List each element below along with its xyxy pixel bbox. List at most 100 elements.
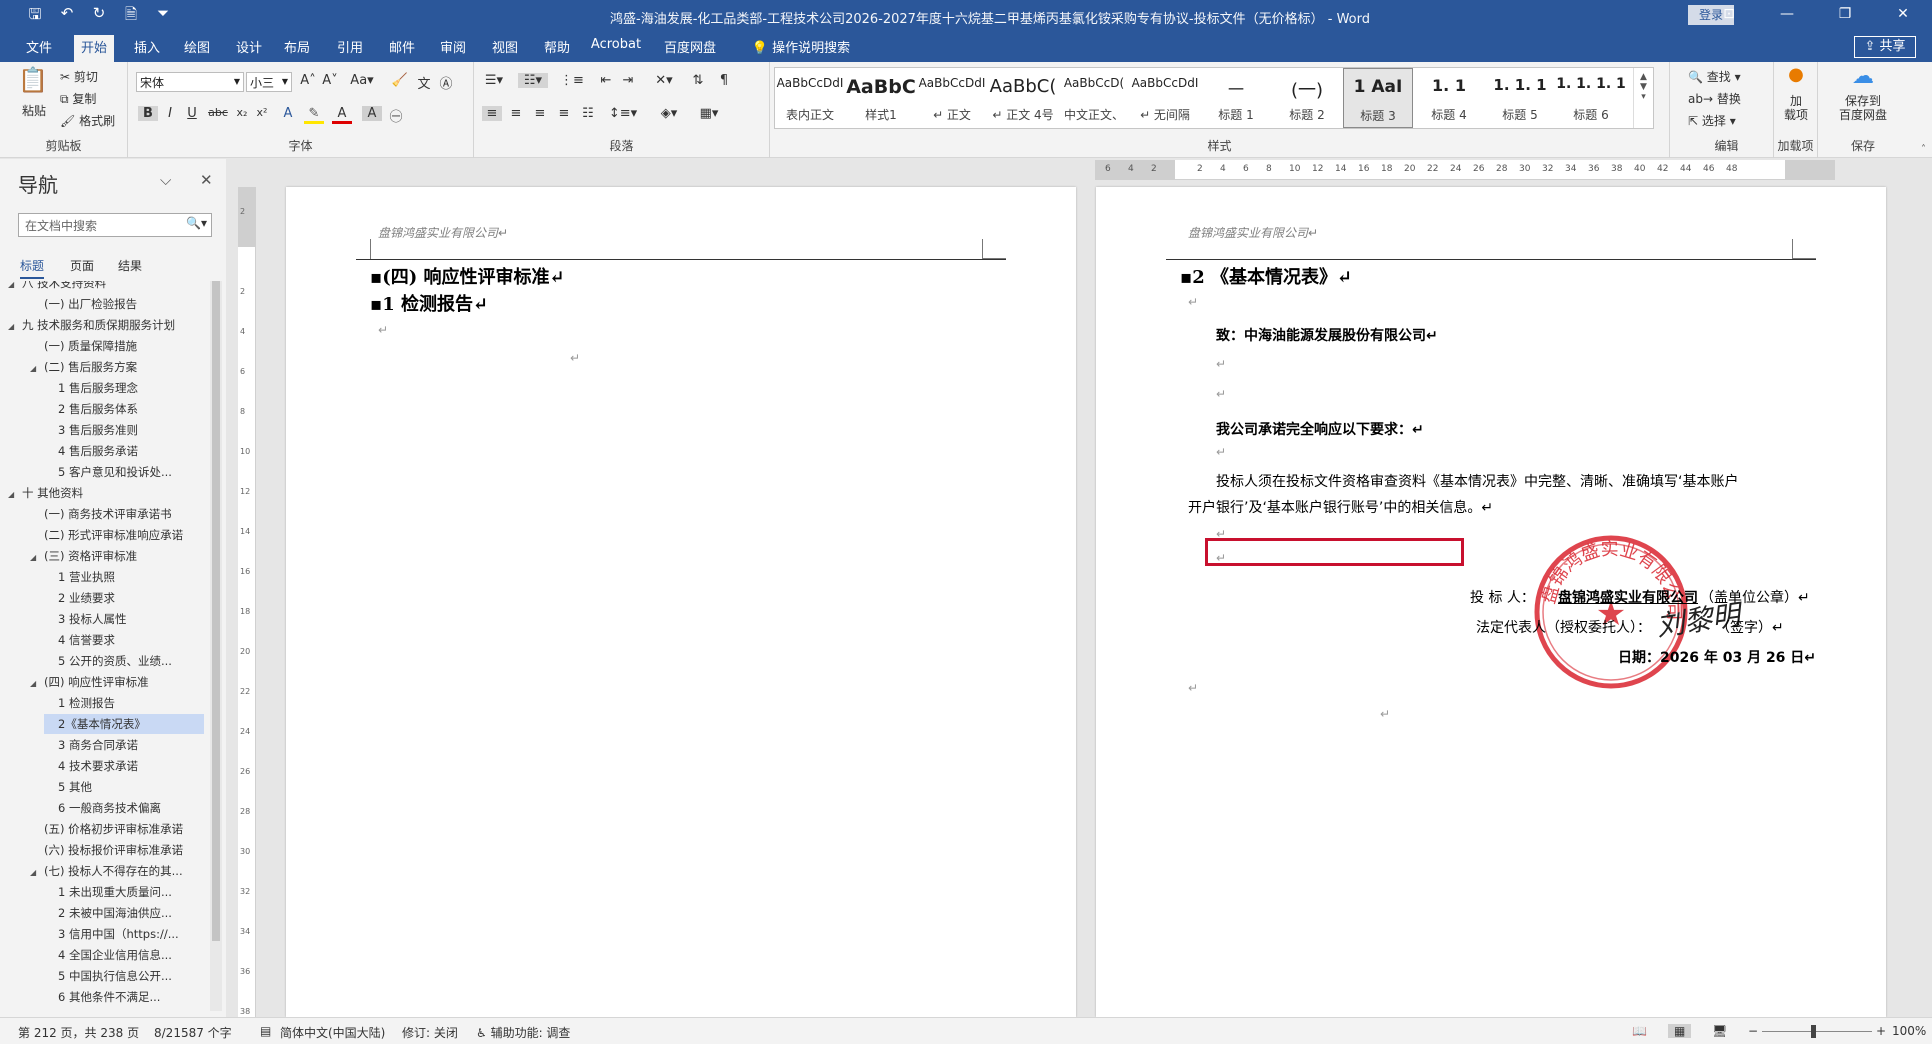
tab-9[interactable]: 视图 [488,37,522,62]
nav-item[interactable]: 6 其他条件不满足... [44,987,204,1007]
zoom-slider-thumb[interactable] [1811,1025,1816,1038]
collapse-triangle-icon[interactable]: ◢ [30,548,44,566]
nav-item[interactable]: ◢ (二) 售后服务方案 [30,357,204,377]
font-family-select[interactable]: 宋体 ▼ [136,72,244,92]
heading-test-report[interactable]: ▪1 检测报告↵ [370,290,488,316]
cloud-icon[interactable]: ☁ [1846,64,1880,89]
borders-icon[interactable]: ▦▾ [694,106,724,121]
page-left[interactable]: 盘锦鸿盛实业有限公司↵ ▪(四) 响应性评审标准↵ ▪1 检测报告↵ ↵ ↵ [286,187,1076,1017]
superscript-icon[interactable]: x² [252,106,272,119]
shading-icon[interactable]: ◈▾ [654,106,684,121]
find-button[interactable]: 🔍 查找 ▾ [1688,68,1741,85]
language[interactable]: 简体中文(中国大陆) [280,1024,385,1041]
nav-item[interactable]: 3 商务合同承诺 [44,735,204,755]
nav-item[interactable]: (二) 形式评审标准响应承诺 [30,525,204,545]
copy-button[interactable]: ⧉ 复制 [60,90,96,107]
numbering-icon[interactable]: ☷▾ [518,73,548,88]
tab-7[interactable]: 邮件 [385,37,419,62]
minimize-icon[interactable]: — [1758,0,1816,31]
tab-8[interactable]: 审阅 [436,37,470,62]
font-size-select[interactable]: 小三 ▼ [246,72,292,92]
restore-icon[interactable]: ❐ [1816,0,1874,31]
style-item[interactable]: AaBbC 样式1 [846,68,916,128]
tab-12[interactable]: 百度网盘 [660,37,720,62]
style-item[interactable]: 1 AaI 标题 3 [1343,68,1413,128]
distribute-icon[interactable]: ☷ [578,106,598,121]
replace-button[interactable]: ab→ 替换 [1688,90,1741,107]
nav-item[interactable]: 2 售后服务体系 [44,399,204,419]
nav-item[interactable]: (一) 商务技术评审承诺书 [30,504,204,524]
share-button[interactable]: ⇪ 共享 [1854,36,1916,58]
phonetic-guide-icon[interactable]: 文 [414,73,434,92]
nav-item[interactable]: 4 全国企业信用信息... [44,945,204,965]
show-marks-icon[interactable]: ¶ [714,73,734,88]
style-item[interactable]: AaBbCcDdI ↵ 无间隔 [1130,68,1200,128]
web-layout-icon[interactable]: 🖥 [1712,1024,1727,1038]
chinese-layout-icon[interactable]: ✕▾ [650,73,678,88]
cut-button[interactable]: ✂ 剪切 [60,68,98,85]
nav-item[interactable]: 2 业绩要求 [44,588,204,608]
underline-icon[interactable]: U [182,106,202,121]
word-count[interactable]: 8/21587 个字 [154,1024,232,1041]
track-changes[interactable]: 修订: 关闭 [402,1024,458,1041]
align-right-icon[interactable]: ≡ [530,106,550,121]
subscript-icon[interactable]: x₂ [232,106,252,119]
nav-item[interactable]: 5 其他 [44,777,204,797]
nav-item[interactable]: 3 投标人属性 [44,609,204,629]
nav-item[interactable]: (六) 投标报价评审标准承诺 [30,840,204,860]
nav-item[interactable]: (五) 价格初步评审标准承诺 [30,819,204,839]
addressee-line[interactable]: 致：中海油能源发展股份有限公司↵ [1216,325,1438,345]
body-line-2[interactable]: 开户银行’及‘基本账户银行账号’中的相关信息。↵ [1188,497,1493,517]
line-spacing-icon[interactable]: ↕≡▾ [608,106,638,121]
collapse-triangle-icon[interactable]: ◢ [8,317,22,335]
nav-item[interactable]: ◢ (四) 响应性评审标准 [30,672,204,692]
tab-0[interactable]: 文件 [22,37,56,62]
nav-item[interactable]: 3 售后服务准则 [44,420,204,440]
nav-item[interactable]: ◢ 十 其他资料 [8,483,204,503]
nav-item[interactable]: 5 中国执行信息公开... [44,966,204,986]
tab-5[interactable]: 布局 [280,37,314,62]
gallery-more-icon[interactable]: ▲ ▼ ▾ [1633,68,1653,128]
char-shading-icon[interactable]: A [362,106,382,121]
nav-item[interactable]: 1 未出现重大质量问... [44,882,204,902]
nav-item[interactable]: 5 公开的资质、业绩... [44,651,204,671]
nav-search-input[interactable]: 在文档中搜索 🔍▾ [18,213,212,237]
page-count[interactable]: 第 212 页，共 238 页 [18,1024,139,1041]
nav-item[interactable]: 1 售后服务理念 [44,378,204,398]
nav-item[interactable]: ◢ 八 技术支持资料 [8,281,204,293]
nav-item[interactable]: 4 信誉要求 [44,630,204,650]
tell-me-search[interactable]: 💡 操作说明搜索 [736,37,866,62]
collapse-triangle-icon[interactable]: ◢ [30,359,44,377]
redo-icon[interactable]: ↻ [86,4,112,29]
collapse-triangle-icon[interactable]: ◢ [8,485,22,503]
zoom-in-button[interactable]: + [1876,1024,1886,1038]
accessibility-status[interactable]: ♿ 辅助功能: 调查 [476,1024,570,1041]
read-mode-icon[interactable]: 📖 [1632,1024,1647,1038]
print-layout-icon[interactable]: ▦ [1668,1024,1692,1038]
tab-11[interactable]: Acrobat [588,37,644,62]
customize-icon[interactable]: ⏷ [150,4,176,29]
justify-icon[interactable]: ≡ [554,106,574,121]
nav-item[interactable]: ◢ (三) 资格评审标准 [30,546,204,566]
bullets-icon[interactable]: ☰▾ [480,73,508,88]
clear-format-icon[interactable]: 🧹 [390,73,410,88]
nav-scrollbar[interactable] [210,281,222,1011]
sort-icon[interactable]: ⇅ [688,73,708,88]
collapse-triangle-icon[interactable]: ◢ [8,281,22,293]
vertical-ruler[interactable]: 2 2 4 6 8 10 12 14 16 18 20 22 24 26 28 30 32 34 36 38 [238,187,256,1017]
tab-10[interactable]: 帮助 [540,37,574,62]
undo-icon[interactable]: ↶ [54,4,80,29]
nav-item[interactable]: 4 售后服务承诺 [44,441,204,461]
align-center-icon[interactable]: ≡ [506,106,526,121]
style-item[interactable]: AaBbCcDdI ↵ 正文 [917,68,987,128]
nav-close-icon[interactable]: ✕ [200,171,213,189]
nav-item[interactable]: 6 一般商务技术偏离 [44,798,204,818]
nav-tab-results[interactable]: 结果 [118,257,142,274]
addins-icon[interactable]: ● [1782,64,1810,85]
nav-scrollbar-thumb[interactable] [212,281,220,941]
multilevel-list-icon[interactable]: ⋮≡ [558,73,586,88]
date-line[interactable]: 日期：2026 年 03 月 26 日↵ [1618,647,1816,667]
enclose-char-icon[interactable]: ㊀ [386,106,406,125]
zoom-level[interactable]: 100% [1892,1024,1926,1038]
nav-item[interactable]: 5 客户意见和投诉处... [44,462,204,482]
